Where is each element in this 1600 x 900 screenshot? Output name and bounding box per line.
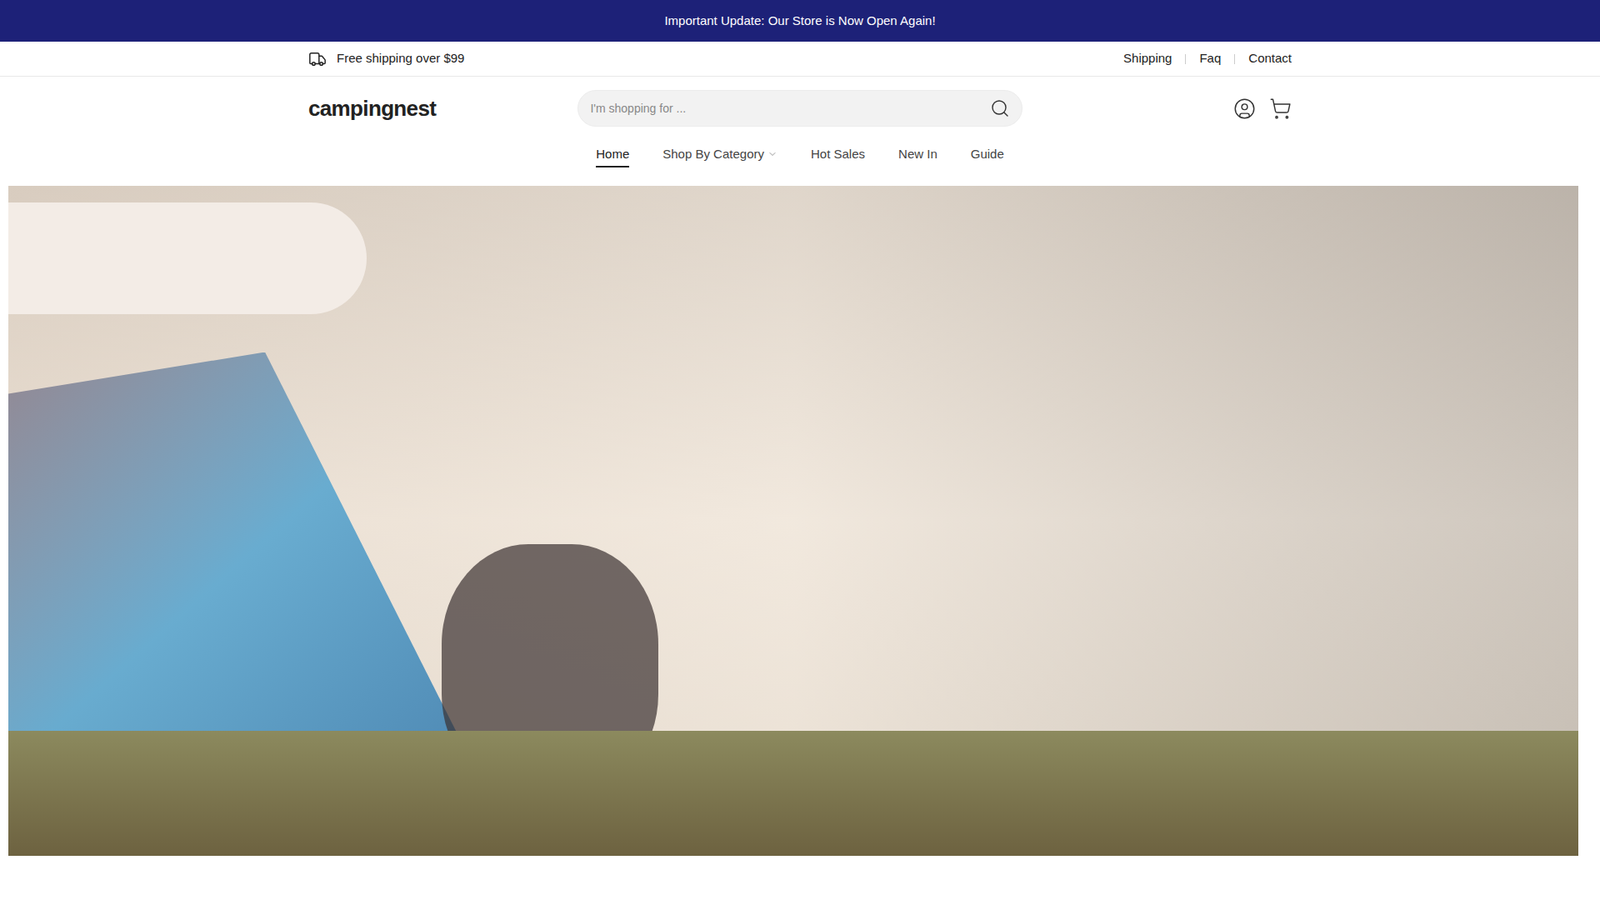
nav-item[interactable]: Hot Sales: [810, 145, 865, 168]
hero-banner[interactable]: [8, 185, 1579, 856]
top-link[interactable]: Faq: [1199, 49, 1221, 69]
shipping-note: Free shipping over $99: [308, 49, 465, 69]
nav-item[interactable]: Guide: [970, 145, 1005, 168]
link-divider: [1234, 54, 1235, 65]
nav-item[interactable]: Shop By Category: [662, 145, 778, 168]
announcement-text: Important Update: Our Store is Now Open …: [664, 11, 935, 31]
search-placeholder: I'm shopping for ...: [590, 100, 990, 118]
account-icon[interactable]: [1233, 97, 1256, 120]
main-nav: Home Shop By Category Hot Sales New In Guide: [0, 126, 1600, 186]
top-link[interactable]: Contact: [1248, 49, 1292, 69]
nav-item[interactable]: New In: [898, 145, 938, 168]
top-links: Shipping Faq Contact: [1123, 49, 1292, 69]
chevron-down-icon: [767, 149, 778, 160]
search-bar[interactable]: I'm shopping for ...: [577, 90, 1022, 127]
hero-logo-plate: [8, 202, 367, 315]
truck-icon: [308, 50, 327, 69]
announcement-bar: Important Update: Our Store is Now Open …: [0, 0, 1600, 42]
header: campingnest I'm shopping for ...: [308, 76, 1292, 127]
cart-icon[interactable]: [1269, 97, 1292, 120]
top-link[interactable]: Shipping: [1123, 49, 1172, 69]
page: Important Update: Our Store is Now Open …: [0, 0, 1600, 900]
top-bar: Free shipping over $99 Shipping Faq Contact: [0, 41, 1600, 77]
logo[interactable]: campingnest: [308, 92, 578, 125]
search-icon[interactable]: [990, 98, 1010, 119]
nav-item[interactable]: Home: [595, 145, 630, 168]
hero-ground: [8, 730, 1579, 856]
link-divider: [1185, 54, 1186, 65]
